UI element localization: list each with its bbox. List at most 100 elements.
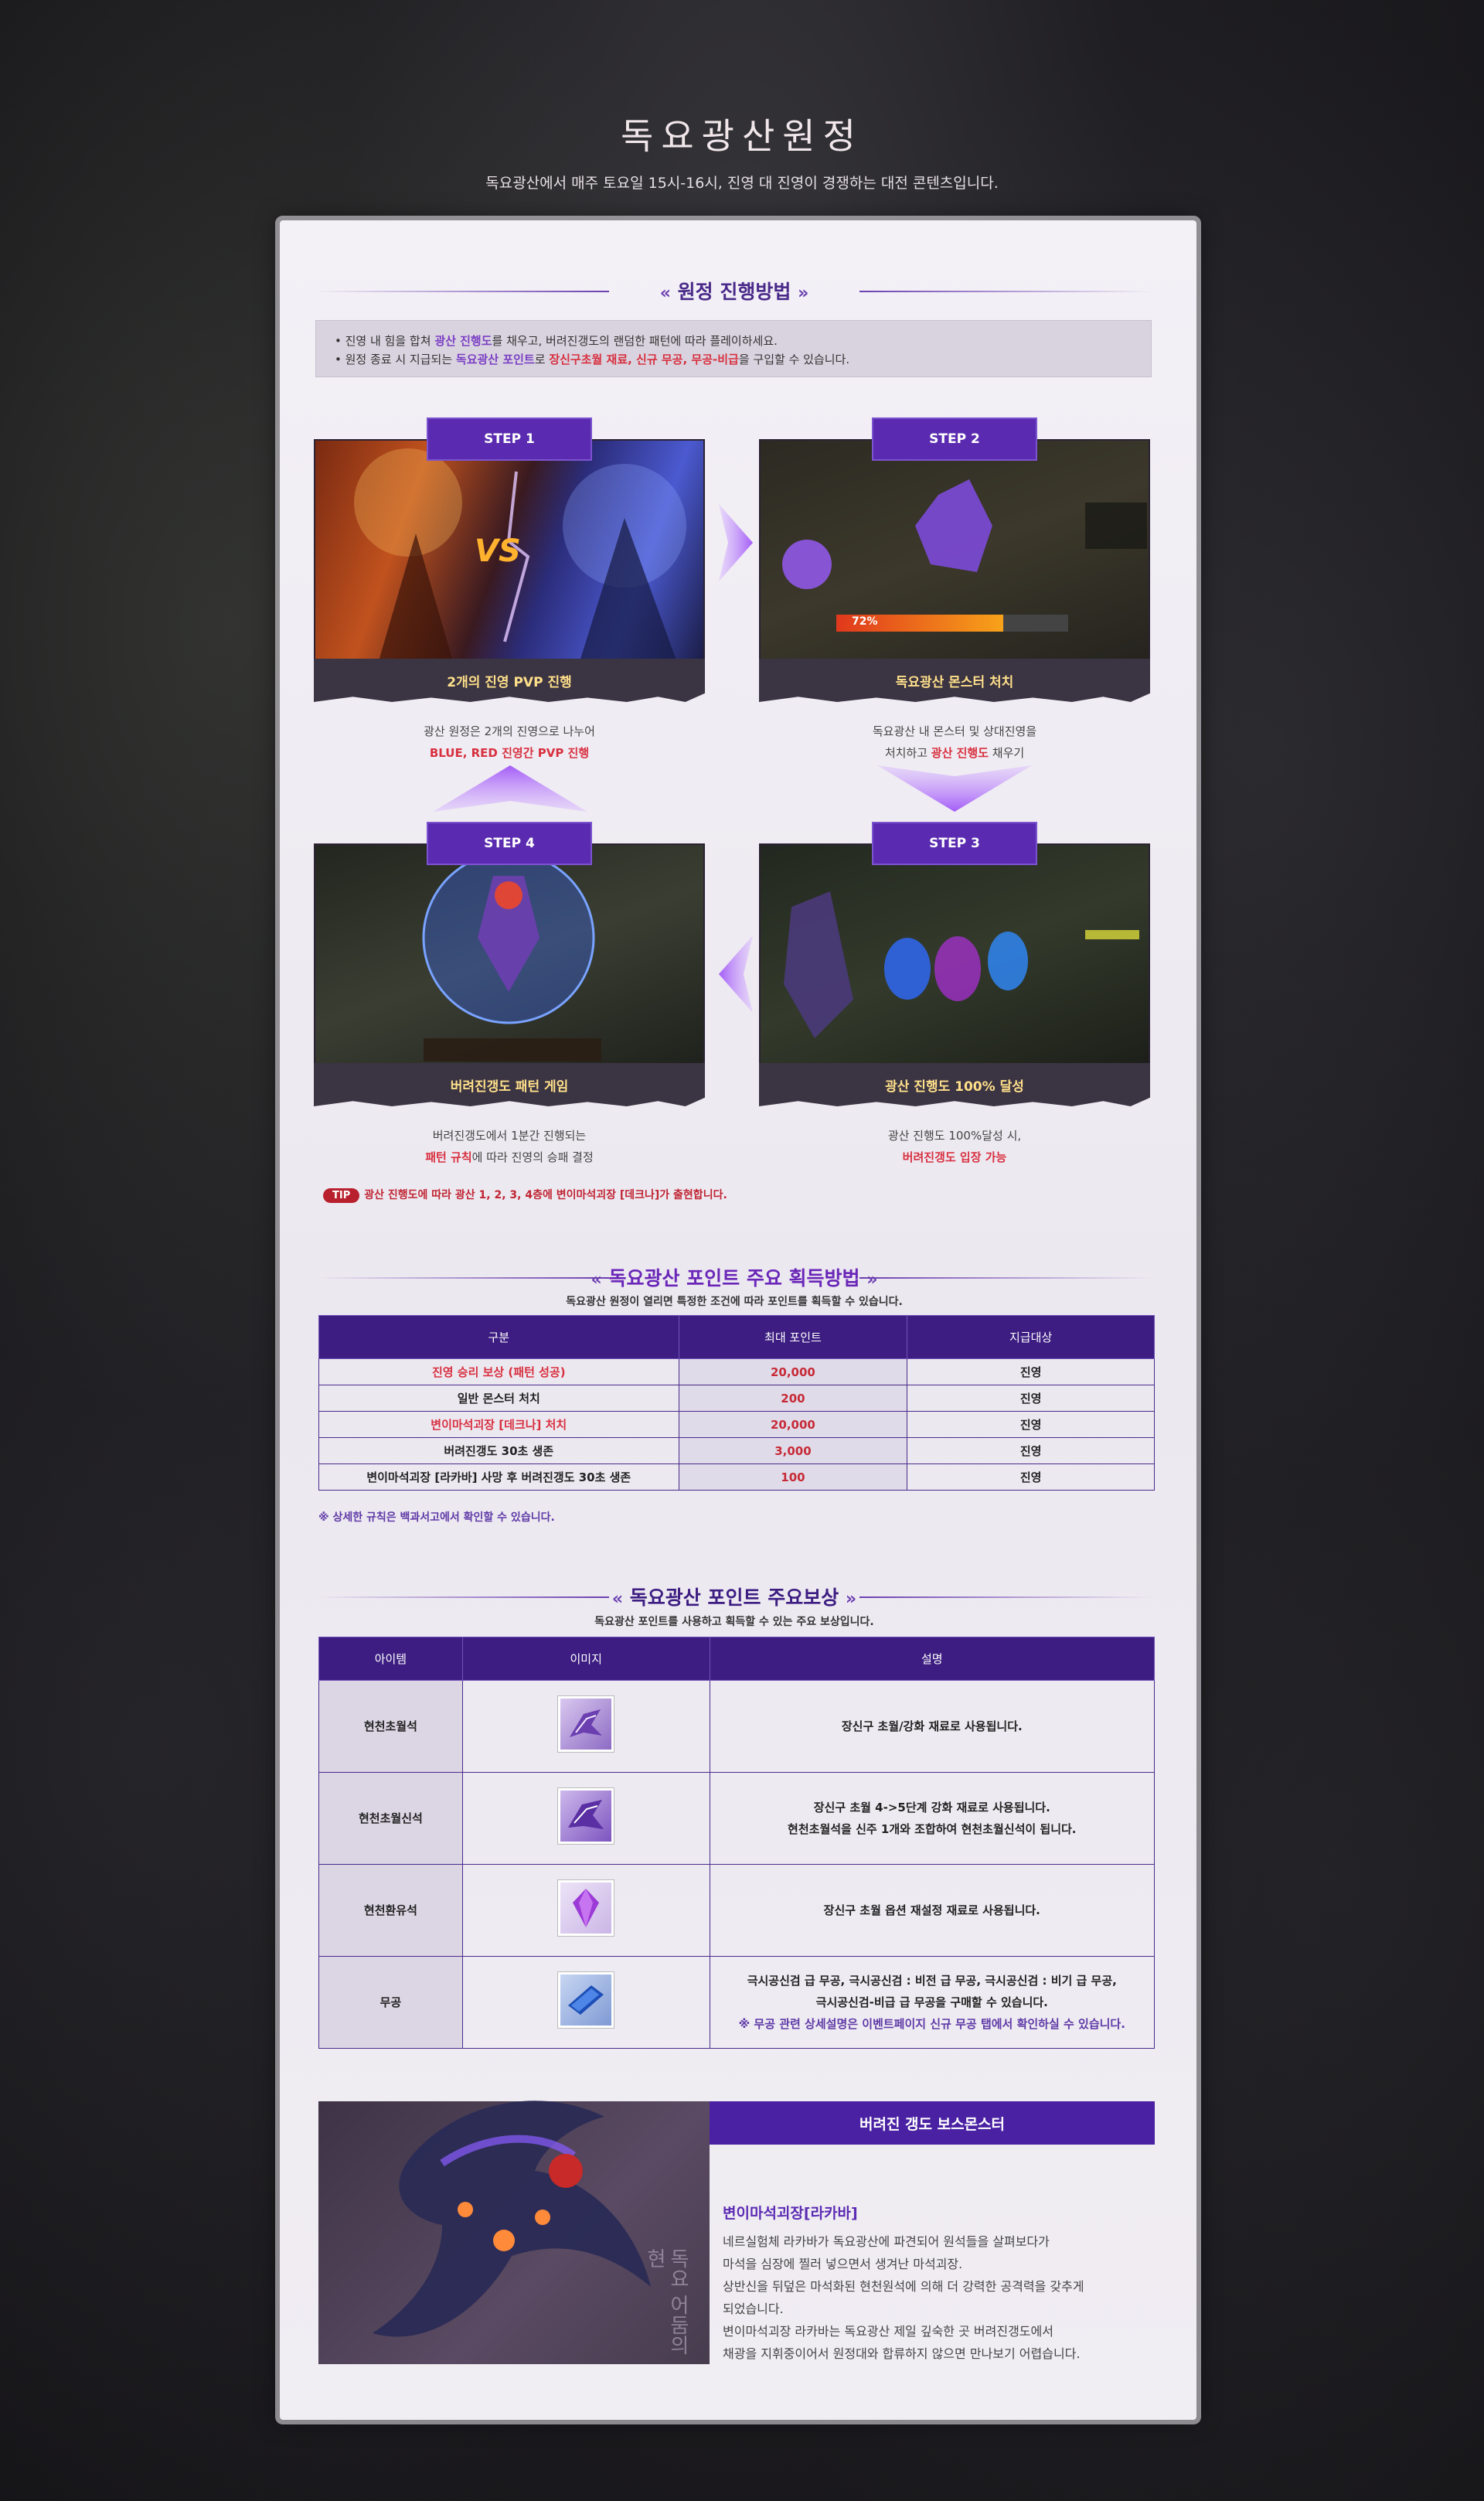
chevron-left-icon: « [659,284,671,303]
boss-image: 독요 어둠의 현 [318,2101,710,2364]
step-3-badge: STEP 3 [872,822,1037,865]
progress-bar: 72% [836,615,1068,632]
arrow-right-icon [719,504,753,581]
arrow-left-icon [719,935,753,1013]
col-header-target: 지급대상 [907,1315,1155,1359]
reward-image-cell [461,1772,710,1865]
table-row: 현천초월석 장신구 초월/강화 재료로 사용됩니다. [318,1680,1156,1773]
reward-name: 무공 [318,1956,463,2049]
row-points: 20,000 [678,1411,908,1438]
row-category: 변이마석괴장 [데크나] 처치 [318,1411,679,1438]
boss-watermark: 독요 어둠의 현 [643,2248,689,2356]
intro-line-1: • 진영 내 힘을 합쳐 광산 진행도를 채우고, 버려진갱도의 랜덤한 패턴에… [335,334,778,348]
row-points: 200 [678,1385,908,1412]
claw-divine-stone-icon [558,1788,614,1844]
step-4-description: 버려진갱도에서 1분간 진행되는 패턴 규칙에 따라 진영의 승패 결정 [425,1129,594,1164]
col-header-category: 구분 [318,1315,679,1359]
tip-line: TIP 광산 진행도에 따라 광산 1, 2, 3, 4층에 변이마석괴장 [데크… [323,1187,727,1203]
row-category: 일반 몬스터 처치 [318,1385,679,1412]
claw-stone-icon [558,1696,614,1752]
col-header-item: 아이템 [318,1637,463,1681]
table-row: 현천초월신석 장신구 초월 4->5단계 강화 재료로 사용됩니다. 현천초월석… [318,1772,1156,1865]
table-row: 변이마석괴장 [라카바] 사망 후 버려진갱도 30초 생존 100 진영 [318,1463,1155,1491]
step-1-image: VS [314,439,705,665]
step-2-caption: 독요광산 몬스터 처치 [759,659,1150,702]
points-note: ※ 상세한 규칙은 백과서고에서 확인할 수 있습니다. [318,1511,555,1524]
progress-heading: « 원정 진행방법 » [315,277,1153,305]
row-points: 100 [678,1463,908,1491]
reward-description: 장신구 초월/강화 재료로 사용됩니다. [709,1680,1156,1773]
rewards-heading: « 독요광산 포인트 주요보상 » [315,1583,1153,1610]
divider-line-left [315,1596,609,1598]
chevron-left-icon: « [611,1590,624,1609]
step-3-image [759,843,1150,1069]
chevron-left-icon: « [591,1270,602,1290]
step-4-badge: STEP 4 [427,822,592,865]
rewards-heading-text: 독요광산 포인트 주요보상 [629,1586,839,1609]
points-heading: « 독요광산 포인트 주요 획득방법 » [315,1263,1153,1291]
chevron-right-icon: » [798,284,809,303]
row-points: 3,000 [678,1437,908,1464]
purple-gem-icon [558,1880,614,1936]
step-3-description: 광산 진행도 100%달성 시, 버려진갱도 입장 가능 [887,1129,1022,1164]
step-2-image: 00:47:12 72% [759,439,1150,665]
boss-name: 변이마석괴장[라카바] [723,2205,858,2222]
tip-badge: TIP [323,1188,360,1203]
divider-line-left [315,291,609,292]
row-target: 진영 [907,1385,1155,1412]
table-row: 버려진갱도 30초 생존 3,000 진영 [318,1437,1155,1464]
step-3-caption: 광산 진행도 100% 달성 [759,1063,1150,1106]
table-row: 현천환유석 장신구 초월 옵션 재설정 재료로 사용됩니다. [318,1864,1156,1957]
row-target: 진영 [907,1437,1155,1464]
row-target: 진영 [907,1411,1155,1438]
reward-description: 장신구 초월 옵션 재설정 재료로 사용됩니다. [709,1864,1156,1957]
table-row: 진영 승리 보상 (패턴 성공) 20,000 진영 [318,1358,1155,1385]
divider-line-left [315,1277,609,1279]
reward-name: 현천환유석 [318,1864,463,1957]
points-heading-text: 독요광산 포인트 주요 획득방법 [608,1267,860,1290]
reward-image-cell [461,1864,710,1957]
col-header-image: 이미지 [461,1637,710,1681]
step-1-description: 광산 원정은 2개의 진영으로 나누어 BLUE, RED 진영간 PVP 진행 [424,724,595,760]
step-4-caption: 버려진갱도 패턴 게임 [314,1063,705,1106]
step-1-caption: 2개의 진영 PVP 진행 [314,659,705,702]
reward-name: 현천초월석 [318,1680,463,1773]
reward-image-cell [461,1956,710,2049]
reward-description: 극시공신검 급 무공, 극시공신검 : 비전 급 무공, 극시공신검 : 비기 … [709,1956,1156,2049]
reward-name: 현천초월신석 [318,1772,463,1865]
row-target: 진영 [907,1463,1155,1491]
row-category: 변이마석괴장 [라카바] 사망 후 버려진갱도 30초 생존 [318,1463,679,1491]
reward-image-cell [461,1680,710,1773]
table-row: 변이마석괴장 [데크나] 처치 20,000 진영 [318,1411,1155,1438]
chevron-right-icon: » [845,1590,857,1609]
col-header-max-points: 최대 포인트 [678,1315,908,1359]
step-1-badge: STEP 1 [427,417,592,461]
arrow-down-icon [877,765,1032,812]
divider-line-right [859,291,1153,292]
chevron-right-icon: » [866,1270,878,1290]
divider-line-right [859,1277,1153,1279]
step-2-badge: STEP 2 [872,417,1037,461]
points-table: 구분 최대 포인트 지급대상 진영 승리 보상 (패턴 성공) 20,000 진… [318,1315,1155,1491]
divider-line-right [859,1596,1153,1598]
row-category: 버려진갱도 30초 생존 [318,1437,679,1464]
reward-description: 장신구 초월 4->5단계 강화 재료로 사용됩니다. 현천초월석을 신주 1개… [709,1772,1156,1865]
rewards-subtitle: 독요광산 포인트를 사용하고 획득할 수 있는 주요 보상입니다. [594,1616,874,1628]
row-target: 진영 [907,1358,1155,1385]
rewards-table: 아이템 이미지 설명 현천초월석 장신구 초월/강화 재료로 사용됩니다. 현천… [318,1637,1156,2049]
boss-description: 네르실험체 라카바가 독요광산에 파견되어 원석들을 살펴보다가 마석을 심장에… [723,2234,1084,2361]
points-subtitle: 독요광산 원정이 열리면 특정한 조건에 따라 포인트를 획득할 수 있습니다. [566,1296,903,1308]
page-title: 독요광산원정 [621,115,863,157]
skill-book-icon [558,1972,614,2028]
vs-overlay: VS [475,533,521,569]
intro-box: • 진영 내 힘을 합쳐 광산 진행도를 채우고, 버려진갱도의 랜덤한 패턴에… [315,320,1152,377]
table-row: 무공 극시공신검 급 무공, 극시공신검 : 비전 급 무공, 극시공신검 : … [318,1956,1156,2049]
points-table-header: 구분 최대 포인트 지급대상 [318,1315,1155,1359]
col-header-description: 설명 [709,1637,1156,1681]
rewards-table-header: 아이템 이미지 설명 [318,1637,1156,1681]
arrow-up-icon [433,765,587,812]
progress-heading-text: 원정 진행방법 [677,281,791,303]
tip-text: 광산 진행도에 따라 광산 1, 2, 3, 4층에 변이마석괴장 [데크나]가… [364,1189,727,1201]
progress-bar-label: 72% [852,615,878,628]
row-category: 진영 승리 보상 (패턴 성공) [318,1358,679,1385]
